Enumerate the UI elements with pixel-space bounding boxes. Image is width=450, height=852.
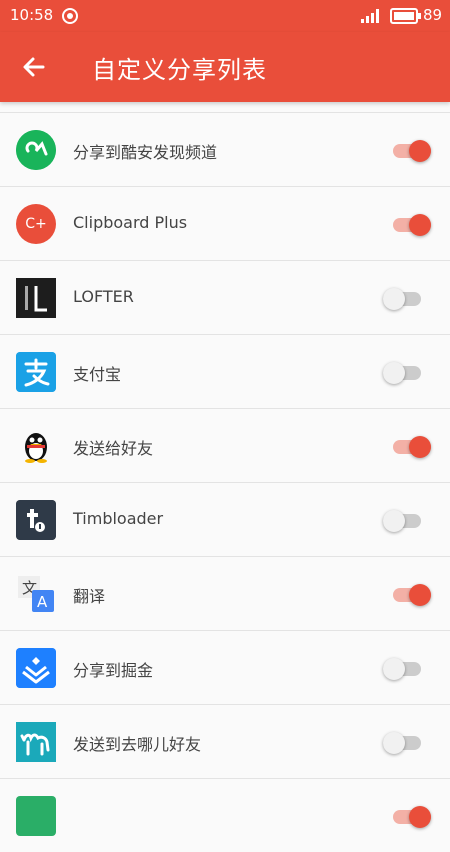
alipay-icon bbox=[16, 352, 56, 392]
coolapk-icon bbox=[16, 130, 56, 170]
toggle-switch[interactable] bbox=[383, 436, 431, 458]
toggle-switch[interactable] bbox=[383, 510, 423, 532]
list-item-coolapk[interactable]: 分享到酷安发现频道 bbox=[0, 112, 450, 186]
wechat-icon bbox=[16, 796, 56, 836]
item-label: LOFTER bbox=[73, 287, 134, 306]
toggle-switch[interactable] bbox=[383, 806, 431, 828]
list-item-lofter[interactable]: LOFTER bbox=[0, 260, 450, 334]
list-item-timbloader[interactable]: Timbloader bbox=[0, 482, 450, 556]
battery-percent: 89 bbox=[423, 6, 443, 24]
list-item-qunar[interactable]: 发送到去哪儿好友 bbox=[0, 704, 450, 778]
toggle-switch[interactable] bbox=[383, 214, 431, 236]
status-bar: 10:58 89 bbox=[0, 0, 450, 32]
list-item-alipay[interactable]: 支付宝 bbox=[0, 334, 450, 408]
item-label: Clipboard Plus bbox=[73, 213, 188, 232]
share-list: 分享到酷安发现频道 C+ Clipboard Plus LOFTER 支付宝 发… bbox=[0, 112, 450, 852]
toggle-switch[interactable] bbox=[383, 658, 423, 680]
list-item-qq-send[interactable]: 发送给好友 bbox=[0, 408, 450, 482]
qq-penguin-icon bbox=[16, 426, 56, 466]
toggle-switch[interactable] bbox=[383, 584, 431, 606]
toggle-switch[interactable] bbox=[383, 140, 431, 162]
qunar-icon bbox=[16, 722, 56, 762]
item-label: 支付宝 bbox=[73, 365, 122, 384]
lofter-icon bbox=[16, 278, 56, 318]
app-bar: 自定义分享列表 bbox=[0, 32, 450, 102]
item-label: Timbloader bbox=[73, 509, 164, 528]
item-label: 发送到去哪儿好友 bbox=[73, 735, 202, 754]
list-item-translate[interactable]: 文 A 翻译 bbox=[0, 556, 450, 630]
item-label: 翻译 bbox=[73, 587, 106, 606]
timbloader-icon bbox=[16, 500, 56, 540]
translate-icon: 文 A bbox=[16, 574, 56, 614]
item-label: 分享到掘金 bbox=[73, 661, 154, 680]
clipboard-plus-icon: C+ bbox=[16, 204, 56, 244]
list-item-wechat[interactable] bbox=[0, 778, 450, 852]
svg-text:A: A bbox=[37, 593, 48, 611]
page-title: 自定义分享列表 bbox=[92, 56, 267, 84]
toggle-switch[interactable] bbox=[383, 362, 423, 384]
back-arrow-icon[interactable] bbox=[16, 49, 52, 85]
list-item-clipboard-plus[interactable]: C+ Clipboard Plus bbox=[0, 186, 450, 260]
toggle-switch[interactable] bbox=[383, 288, 423, 310]
toggle-switch[interactable] bbox=[383, 732, 423, 754]
juejin-icon bbox=[16, 648, 56, 688]
signal-icon bbox=[361, 9, 379, 23]
list-item-juejin[interactable]: 分享到掘金 bbox=[0, 630, 450, 704]
item-label: 发送给好友 bbox=[73, 439, 154, 458]
battery-icon bbox=[390, 8, 421, 24]
status-time: 10:58 bbox=[10, 6, 54, 24]
item-label: 分享到酷安发现频道 bbox=[73, 143, 218, 162]
hotspot-icon bbox=[62, 8, 78, 24]
